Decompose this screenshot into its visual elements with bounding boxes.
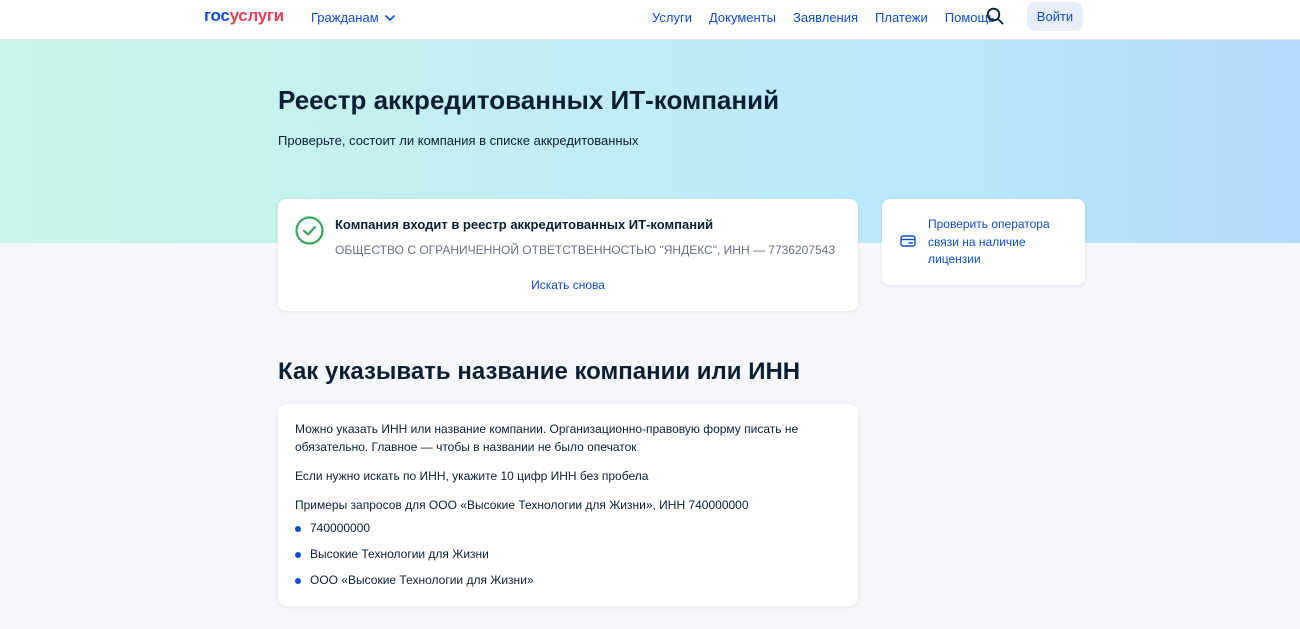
search-again-link[interactable]: Искать снова xyxy=(278,278,858,292)
nav-documents[interactable]: Документы xyxy=(709,10,776,25)
check-operator-link[interactable]: Проверить оператора связи на наличие лиц… xyxy=(928,216,1073,269)
howto-card: Можно указать ИНН или название компании.… xyxy=(278,404,858,606)
list-item: Высокие Технологии для Жизни xyxy=(295,546,534,572)
bullet-dot xyxy=(295,552,301,558)
logo-uslugi: услуги xyxy=(229,6,285,25)
check-operator-card[interactable]: Проверить оператора связи на наличие лиц… xyxy=(882,199,1085,285)
bullet-dot xyxy=(295,526,301,532)
example-text: Высокие Технологии для Жизни xyxy=(310,547,489,561)
howto-paragraph-3: Примеры запросов для ООО «Высокие Технол… xyxy=(295,498,749,512)
result-title: Компания входит в реестр аккредитованных… xyxy=(335,217,714,232)
chevron-down-icon xyxy=(384,14,395,21)
page-subtitle: Проверьте, состоит ли компания в списке … xyxy=(278,133,639,148)
citizens-dropdown[interactable]: Гражданам xyxy=(311,10,395,25)
list-item: ООО «Высокие Технологии для Жизни» xyxy=(295,572,534,598)
howto-paragraph-1: Можно указать ИНН или название компании.… xyxy=(295,422,799,454)
examples-list: 740000000 Высокие Технологии для Жизни О… xyxy=(295,520,534,598)
gosuslugi-logo[interactable]: госуслуги xyxy=(204,6,284,26)
result-company: ОБЩЕСТВО С ОГРАНИЧЕННОЙ ОТВЕТСТВЕННОСТЬЮ… xyxy=(335,243,836,257)
card-icon xyxy=(900,235,916,247)
result-card: Компания входит в реестр аккредитованных… xyxy=(278,199,858,311)
top-header: госуслуги Гражданам Услуги Документы Зая… xyxy=(0,0,1300,40)
main-nav: Услуги Документы Заявления Платежи Помощ… xyxy=(652,10,995,25)
search-icon[interactable] xyxy=(986,7,1004,25)
login-button[interactable]: Войти xyxy=(1027,2,1083,31)
list-item: 740000000 xyxy=(295,520,534,546)
page-title: Реестр аккредитованных ИТ-компаний xyxy=(278,85,780,115)
nav-payments[interactable]: Платежи xyxy=(875,10,928,25)
example-text: 740000000 xyxy=(310,521,371,535)
citizens-label: Гражданам xyxy=(311,10,379,25)
bullet-dot xyxy=(295,578,301,584)
nav-applications[interactable]: Заявления xyxy=(793,10,858,25)
check-circle-icon xyxy=(295,216,324,245)
example-text: ООО «Высокие Технологии для Жизни» xyxy=(310,573,534,587)
logo-gos: гос xyxy=(204,6,230,25)
howto-paragraph-2: Если нужно искать по ИНН, укажите 10 циф… xyxy=(295,469,649,483)
nav-services[interactable]: Услуги xyxy=(652,10,692,25)
howto-title: Как указывать название компании или ИНН xyxy=(278,358,801,385)
